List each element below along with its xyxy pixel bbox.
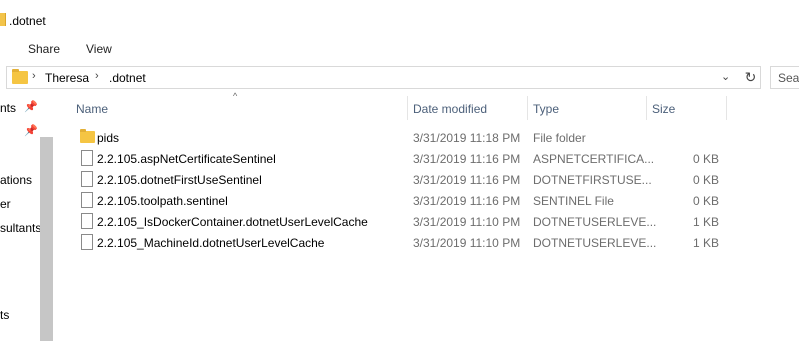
address-bar[interactable]: › Theresa › .dotnet ⌄ (6, 66, 761, 89)
chevron-right-icon[interactable]: › (32, 70, 36, 82)
column-divider[interactable] (407, 96, 408, 120)
file-size: 0 KB (692, 152, 719, 166)
window-title: .dotnet (9, 14, 46, 28)
breadcrumb-theresa[interactable]: Theresa (45, 71, 89, 85)
file-name[interactable]: 2.2.105.aspNetCertificateSentinel (97, 152, 276, 166)
nav-item[interactable]: sultants (0, 221, 41, 235)
file-row[interactable]: 2.2.105.aspNetCertificateSentinel 3/31/2… (64, 148, 730, 169)
search-placeholder: Sear (778, 71, 799, 85)
file-size: 0 KB (692, 173, 719, 187)
file-icon (81, 213, 93, 229)
column-divider[interactable] (527, 96, 528, 120)
file-date: 3/31/2019 11:16 PM (413, 173, 521, 187)
file-icon (81, 192, 93, 208)
file-size: 1 KB (692, 215, 719, 229)
folder-icon (0, 13, 6, 26)
file-name[interactable]: 2.2.105.toolpath.sentinel (97, 194, 228, 208)
pin-icon[interactable]: 📌 (24, 124, 38, 137)
refresh-icon[interactable]: ↻ (742, 68, 759, 87)
file-icon (81, 234, 93, 250)
nav-item[interactable]: ations (0, 173, 32, 187)
nav-item[interactable]: er (0, 197, 11, 211)
file-date: 3/31/2019 11:16 PM (413, 152, 521, 166)
file-row[interactable]: 2.2.105_IsDockerContainer.dotnetUserLeve… (64, 211, 730, 232)
file-name[interactable]: 2.2.105_IsDockerContainer.dotnetUserLeve… (97, 215, 368, 229)
file-row[interactable]: 2.2.105.toolpath.sentinel 3/31/2019 11:1… (64, 190, 730, 211)
file-icon (81, 171, 93, 187)
chevron-right-icon[interactable]: › (95, 70, 99, 82)
tab-view[interactable]: View (86, 42, 112, 56)
file-name[interactable]: 2.2.105_MachineId.dotnetUserLevelCache (97, 236, 324, 250)
file-date: 3/31/2019 11:10 PM (413, 236, 521, 250)
column-header-name[interactable]: Name (76, 102, 108, 116)
file-type: SENTINEL File (533, 194, 614, 208)
file-type: DOTNETUSERLEVE... (533, 215, 657, 229)
folder-icon (12, 69, 28, 84)
breadcrumb-dotnet[interactable]: .dotnet (109, 71, 146, 85)
file-name[interactable]: 2.2.105.dotnetFirstUseSentinel (97, 173, 262, 187)
chevron-down-icon[interactable]: ⌄ (721, 70, 730, 83)
folder-icon (80, 129, 95, 143)
column-divider[interactable] (646, 96, 647, 120)
column-divider[interactable] (726, 96, 727, 120)
file-row[interactable]: 2.2.105.dotnetFirstUseSentinel 3/31/2019… (64, 169, 730, 190)
file-date: 3/31/2019 11:18 PM (413, 131, 521, 145)
file-row[interactable]: 2.2.105_MachineId.dotnetUserLevelCache 3… (64, 232, 730, 253)
file-size: 1 KB (692, 236, 719, 250)
title-bar: .dotnet (0, 0, 799, 36)
file-row[interactable]: pids 3/31/2019 11:18 PM File folder (64, 127, 730, 148)
column-header-size[interactable]: Size (652, 102, 675, 116)
nav-item[interactable]: nts (0, 101, 16, 115)
column-header-type[interactable]: Type (533, 102, 559, 116)
column-header-date[interactable]: Date modified (413, 102, 487, 116)
file-size: 0 KB (692, 194, 719, 208)
search-input[interactable]: Sear (770, 66, 799, 89)
file-type: File folder (533, 131, 586, 145)
pin-icon[interactable]: 📌 (24, 100, 38, 113)
nav-item[interactable]: ts (0, 308, 9, 322)
file-type: ASPNETCERTIFICA... (533, 152, 655, 166)
file-type: DOTNETUSERLEVE... (533, 236, 657, 250)
file-type: DOTNETFIRSTUSE... (533, 173, 652, 187)
tab-share[interactable]: Share (28, 42, 60, 56)
sort-ascending-icon: ^ (233, 91, 238, 101)
file-icon (81, 150, 93, 166)
file-name[interactable]: pids (97, 131, 119, 145)
file-date: 3/31/2019 11:10 PM (413, 215, 521, 229)
file-date: 3/31/2019 11:16 PM (413, 194, 521, 208)
scrollbar[interactable] (40, 137, 53, 341)
